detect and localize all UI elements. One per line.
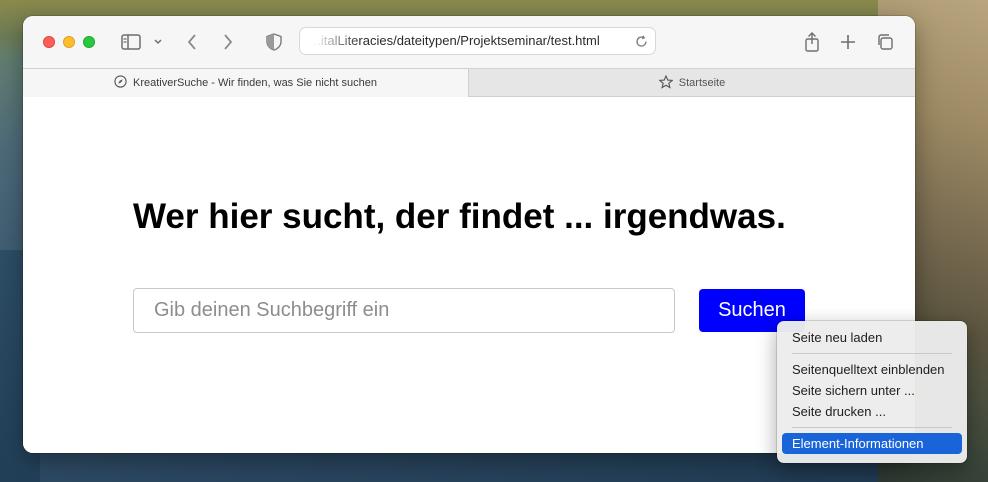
star-icon [658,74,674,92]
close-window-button[interactable] [43,36,55,48]
sidebar-icon[interactable] [119,30,143,54]
menu-separator [792,427,952,428]
maximize-window-button[interactable] [83,36,95,48]
search-input[interactable] [133,288,675,333]
chevron-down-icon[interactable] [151,30,165,54]
compass-icon [114,75,127,91]
menu-item-print-page[interactable]: Seite drucken ... [782,401,962,422]
share-icon[interactable] [801,30,823,54]
tab-overview-icon[interactable] [874,30,896,54]
minimize-window-button[interactable] [63,36,75,48]
menu-item-inspect-element[interactable]: Element-Informationen [782,433,962,454]
new-tab-icon[interactable] [837,30,859,54]
tab-bar: KreativerSuche - Wir finden, was Sie nic… [23,68,915,97]
forward-icon[interactable] [217,30,239,54]
reload-icon[interactable] [633,33,649,49]
menu-item-reload[interactable]: Seite neu laden [782,327,962,348]
menu-separator [792,353,952,354]
tab-startseite[interactable]: Startseite [469,69,915,97]
privacy-shield-icon[interactable] [264,30,284,54]
tab-label: Startseite [678,77,726,89]
tab-kreativersuche[interactable]: KreativerSuche - Wir finden, was Sie nic… [23,69,469,97]
tab-label: KreativerSuche - Wir finden, was Sie nic… [133,77,377,89]
back-icon[interactable] [181,30,203,54]
context-menu: Seite neu laden Seitenquelltext einblend… [777,321,967,463]
url-fade [300,28,360,54]
menu-item-view-source[interactable]: Seitenquelltext einblenden [782,359,962,380]
address-bar[interactable]: ...italLiteracies/dateitypen/Projektsemi… [299,27,656,55]
browser-toolbar: ...italLiteracies/dateitypen/Projektsemi… [23,16,915,68]
menu-item-save-page[interactable]: Seite sichern unter ... [782,380,962,401]
page-headline: Wer hier sucht, der findet ... irgendwas… [133,197,786,236]
